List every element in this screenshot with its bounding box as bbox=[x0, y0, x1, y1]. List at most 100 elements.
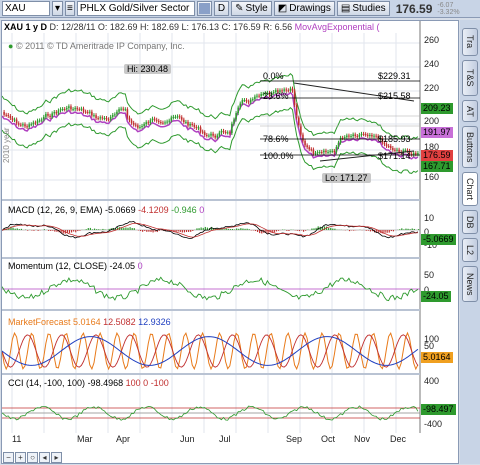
candle-body bbox=[239, 104, 241, 108]
pane-separator[interactable] bbox=[2, 257, 420, 259]
candle-body bbox=[91, 112, 93, 116]
candle-body bbox=[369, 135, 371, 136]
candle-body bbox=[216, 136, 218, 138]
macd-histogram-bar bbox=[192, 230, 193, 231]
macd-histogram-bar bbox=[98, 229, 99, 230]
high-readout: H: 182.69 bbox=[140, 22, 179, 32]
macd-header: MACD (12, 26, 9, EMA) -5.0669 -4.1209 -0… bbox=[8, 205, 204, 215]
tab-buttons[interactable]: Buttons bbox=[462, 126, 478, 168]
candle-body bbox=[325, 151, 327, 152]
fib-pct-1: 23.6% bbox=[263, 91, 289, 101]
fib-price-0: $229.31 bbox=[378, 71, 411, 81]
candle-body bbox=[72, 109, 74, 110]
pane-separator[interactable] bbox=[2, 309, 420, 311]
macd-histogram-bar bbox=[190, 230, 191, 232]
macd-histogram-bar bbox=[228, 229, 229, 230]
macd-histogram-bar bbox=[201, 227, 202, 230]
tab-at[interactable]: AT bbox=[462, 100, 478, 122]
candle-body bbox=[16, 120, 18, 124]
candle-body bbox=[170, 118, 172, 121]
candle-body bbox=[191, 124, 193, 125]
month-label: Apr bbox=[116, 434, 130, 444]
candle-body bbox=[28, 124, 30, 127]
tab-time-and-sales[interactable]: T&S bbox=[462, 60, 478, 96]
candle-body bbox=[177, 116, 179, 117]
candle-body bbox=[3, 112, 5, 115]
candle-body bbox=[139, 127, 141, 128]
candle-body bbox=[317, 152, 319, 153]
search-icon[interactable]: ○ bbox=[27, 452, 38, 463]
candle-body bbox=[231, 124, 233, 133]
macd-tag: -5.0669 bbox=[421, 234, 456, 245]
symbol-input[interactable]: XAU bbox=[2, 1, 50, 16]
macd-histogram-bar bbox=[410, 229, 411, 230]
candle-body bbox=[79, 109, 81, 110]
symbol-lookup-button[interactable]: ≡ bbox=[65, 1, 75, 16]
fib-pct-0: 0.0% bbox=[263, 71, 284, 81]
candle-body bbox=[327, 152, 329, 153]
style-button[interactable]: ✎Style bbox=[231, 1, 272, 16]
macd-histogram-bar bbox=[184, 230, 185, 232]
macd-histogram-bar bbox=[389, 230, 390, 233]
macd-histogram-bar bbox=[407, 229, 408, 230]
price-axis-label: 240 bbox=[424, 59, 439, 69]
drawings-icon: ◩ bbox=[278, 3, 287, 14]
candle-body bbox=[181, 117, 183, 119]
candle-body bbox=[237, 108, 239, 114]
pane-separator[interactable] bbox=[2, 373, 420, 375]
candle-body bbox=[108, 119, 110, 120]
candle-body bbox=[361, 134, 363, 135]
macd-histogram-bar bbox=[401, 228, 402, 230]
candle-body bbox=[22, 124, 24, 125]
macd-axis-label: 10 bbox=[424, 213, 434, 223]
drawings-button[interactable]: ◩Drawings bbox=[274, 1, 335, 16]
tab-db[interactable]: DB bbox=[462, 210, 478, 234]
right-sidebar: Tra T&S AT Buttons Chart DB L2 News bbox=[460, 20, 480, 464]
zoom-in-button[interactable]: + bbox=[15, 452, 26, 463]
candle-body bbox=[135, 125, 137, 126]
macd-histogram-bar bbox=[311, 228, 312, 230]
chart-settings-button[interactable] bbox=[197, 1, 212, 16]
tab-news[interactable]: News bbox=[462, 266, 478, 302]
tab-l2[interactable]: L2 bbox=[462, 238, 478, 262]
macd-histogram-bar bbox=[86, 229, 87, 230]
studies-button[interactable]: ▤Studies bbox=[337, 1, 390, 16]
macd-histogram-bar bbox=[27, 230, 28, 231]
macd-histogram-bar bbox=[52, 230, 53, 231]
candle-body bbox=[43, 117, 45, 120]
pan-right-button[interactable]: ▸ bbox=[51, 452, 62, 463]
low-readout: L: 176.13 bbox=[182, 22, 220, 32]
tab-chart[interactable]: Chart bbox=[462, 172, 478, 206]
macd-histogram-bar bbox=[140, 230, 141, 231]
chart-svg bbox=[2, 21, 460, 465]
pane-separator[interactable] bbox=[2, 199, 420, 201]
close-readout: C: 176.59 bbox=[222, 22, 261, 32]
macd-histogram-bar bbox=[132, 228, 133, 230]
candle-body bbox=[235, 113, 237, 119]
d-button[interactable]: D bbox=[214, 1, 229, 16]
price-tag-band: 167.71 bbox=[421, 161, 453, 172]
zoom-out-button[interactable]: − bbox=[3, 452, 14, 463]
symbol-dropdown-button[interactable]: ▾ bbox=[52, 1, 63, 16]
macd-histogram-bar bbox=[230, 229, 231, 230]
chart-area[interactable]: XAU 1 y D D: 12/28/11 O: 182.69 H: 182.6… bbox=[1, 20, 459, 464]
candle-body bbox=[148, 122, 150, 123]
macd-histogram-bar bbox=[259, 230, 260, 233]
pan-left-button[interactable]: ◂ bbox=[39, 452, 50, 463]
candle-body bbox=[258, 96, 260, 97]
candle-body bbox=[118, 109, 120, 112]
fib-pct-5: 100.0% bbox=[263, 151, 294, 161]
candle-body bbox=[388, 146, 390, 147]
candle-body bbox=[187, 122, 189, 126]
macd-histogram-bar bbox=[247, 229, 248, 230]
macd-histogram-bar bbox=[159, 230, 160, 231]
candle-body bbox=[47, 114, 49, 116]
macd-histogram-bar bbox=[242, 229, 243, 230]
tab-trade[interactable]: Tra bbox=[462, 28, 478, 56]
candle-body bbox=[166, 122, 168, 123]
candle-body bbox=[319, 152, 321, 153]
candle-body bbox=[76, 108, 78, 109]
candle-body bbox=[375, 136, 377, 137]
macd-histogram-bar bbox=[12, 228, 13, 230]
last-price: 176.59 bbox=[396, 2, 433, 16]
